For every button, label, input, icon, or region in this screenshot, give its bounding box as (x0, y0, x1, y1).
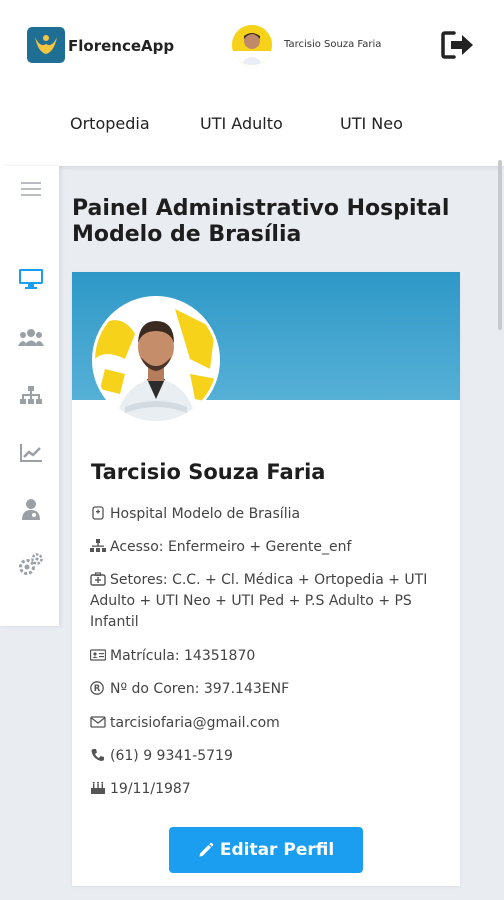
sidebar-item-settings[interactable] (17, 552, 45, 578)
tab-ortopedia[interactable]: Ortopedia (70, 114, 150, 133)
gears-icon (19, 553, 43, 575)
app-logo[interactable] (27, 27, 65, 63)
tab-uti-adulto[interactable]: UTI Adulto (200, 114, 283, 133)
profile-email[interactable]: tarcisiofaria@gmail.com (90, 713, 450, 734)
logout-icon (441, 31, 473, 59)
profile-photo-icon (95, 299, 217, 421)
logo-icon (35, 35, 57, 54)
monitor-icon (19, 269, 43, 289)
profile-phone[interactable]: (61) 9 9341-5719 (90, 746, 450, 767)
menu-toggle[interactable] (17, 176, 45, 202)
profile-name: Tarcisio Souza Faria (91, 460, 326, 484)
sidebar-item-users[interactable] (17, 324, 45, 350)
registered-icon: R (90, 681, 104, 695)
doctor-icon (22, 499, 40, 520)
users-icon (18, 329, 44, 346)
profile-sectors: Setores: C.C. + Cl. Médica + Ortopedia +… (90, 572, 428, 630)
profile-hospital: Hospital Modelo de Brasília (90, 504, 450, 525)
sidebar-item-professionals[interactable] (17, 496, 45, 522)
logout-button[interactable] (440, 30, 476, 60)
edit-profile-button[interactable]: Editar Perfil (169, 827, 363, 873)
avatar[interactable] (232, 25, 272, 65)
sitemap-icon (90, 539, 106, 552)
sidebar-item-dashboard[interactable] (17, 266, 45, 292)
profile-birthdate: 19/11/1987 (90, 779, 450, 800)
sidebar (0, 166, 59, 626)
sidebar-item-reports[interactable] (17, 440, 45, 466)
chart-line-icon (20, 444, 42, 462)
birthday-cake-icon (91, 781, 105, 794)
brand-name: FlorenceApp (68, 37, 175, 55)
user-photo-icon (232, 25, 272, 65)
edit-profile-label: Editar Perfil (219, 840, 335, 860)
sidebar-item-hierarchy[interactable] (17, 382, 45, 408)
tab-uti-neo[interactable]: UTI Neo (340, 114, 403, 133)
profile-coren: R Nº do Coren: 397.143ENF (90, 679, 450, 700)
profile-access: Acesso: Enfermeiro + Gerente_enf (90, 537, 450, 558)
envelope-icon (90, 716, 106, 728)
scrollbar[interactable] (498, 160, 502, 330)
hospital-badge-icon (92, 506, 104, 520)
page-title: Painel Administrativo Hospital Modelo de… (72, 196, 450, 247)
phone-icon (91, 749, 104, 761)
menu-icon (21, 182, 41, 196)
user-name: Tarcisio Souza Faria (284, 39, 382, 50)
svg-text:R: R (94, 684, 101, 694)
profile-registration: Matrícula: 14351870 (90, 646, 450, 667)
top-header: FlorenceApp Tarcisio Souza Faria Ortoped… (0, 0, 504, 166)
org-chart-icon (20, 386, 42, 404)
medkit-icon (90, 572, 106, 586)
profile-avatar (92, 296, 220, 424)
pencil-icon (199, 842, 214, 857)
profile-card: Tarcisio Souza Faria Hospital Modelo de … (72, 272, 460, 886)
id-card-icon (90, 649, 106, 661)
